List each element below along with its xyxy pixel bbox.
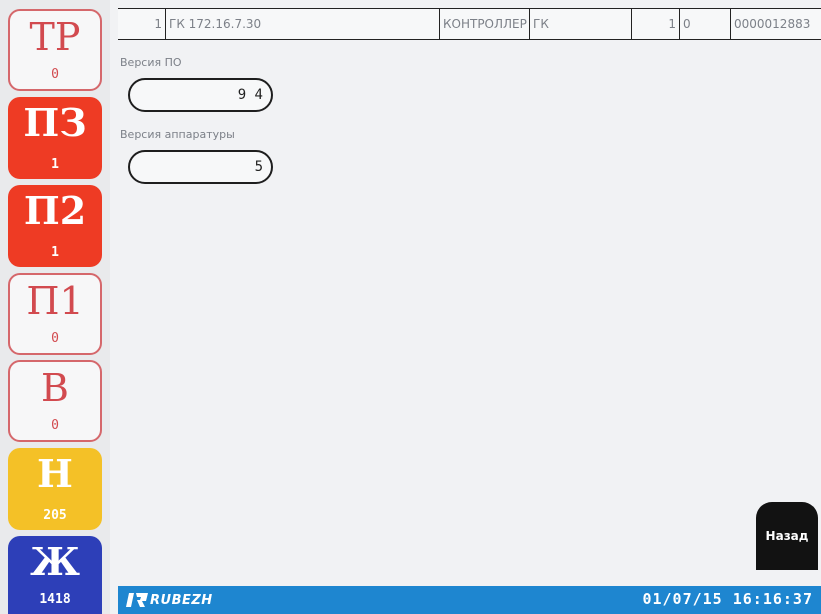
device-address: ГК 172.16.7.30 [165, 9, 439, 39]
device-type: КОНТРОЛЛЕР [439, 9, 529, 39]
tile-p1[interactable]: П1 0 [8, 273, 102, 355]
software-version-label: Версия ПО [120, 56, 182, 69]
hardware-version-field[interactable]: 5 [128, 150, 273, 184]
tile-v-count: 0 [51, 418, 59, 433]
tile-p1-count: 0 [51, 331, 59, 346]
tile-p2-label: П2 [23, 188, 87, 233]
tile-zh-label: Ж [30, 539, 80, 584]
software-version-field[interactable]: 9 4 [128, 78, 273, 112]
tile-tr[interactable]: ТР 0 [8, 9, 102, 91]
tile-tr-label: ТР [29, 15, 81, 59]
tile-pz-count: 1 [51, 157, 59, 172]
tile-zh[interactable]: Ж 1418 [8, 536, 102, 614]
hardware-version-label: Версия аппаратуры [120, 128, 235, 141]
device-number: 1 [631, 9, 679, 39]
footer-bar: RUBEZH 01/07/15 16:16:37 [118, 586, 821, 614]
rubezh-logo: RUBEZH [126, 591, 213, 609]
back-button[interactable]: Назад [756, 502, 818, 570]
tile-tr-count: 0 [51, 67, 59, 82]
tile-zh-count: 1418 [39, 592, 71, 607]
device-index: 1 [154, 17, 162, 31]
status-rail: ТР 0 ПЗ 1 П2 1 П1 0 В 0 Н 205 Ж 1418 [0, 0, 110, 614]
tile-pz-label: ПЗ [23, 100, 87, 145]
tile-n-count: 205 [43, 508, 67, 523]
device-serial: 0000012883 [730, 9, 821, 39]
rubezh-logo-icon [126, 593, 148, 607]
tile-pz[interactable]: ПЗ 1 [8, 97, 102, 179]
tile-n[interactable]: Н 205 [8, 448, 102, 530]
device-zero: 0 [679, 9, 730, 39]
tile-v[interactable]: В 0 [8, 360, 102, 442]
tile-n-label: Н [37, 451, 73, 496]
datetime-display: 01/07/15 16:16:37 [642, 590, 813, 608]
brand-name: RUBEZH [150, 592, 213, 608]
tile-p2-count: 1 [51, 245, 59, 260]
tile-p2[interactable]: П2 1 [8, 185, 102, 267]
tile-v-label: В [41, 366, 69, 410]
device-short-name: ГК [529, 9, 631, 39]
device-info-bar: 1 ГК 172.16.7.30 КОНТРОЛЛЕР ГК 1 0 00000… [118, 8, 821, 40]
tile-p1-label: П1 [26, 279, 84, 323]
